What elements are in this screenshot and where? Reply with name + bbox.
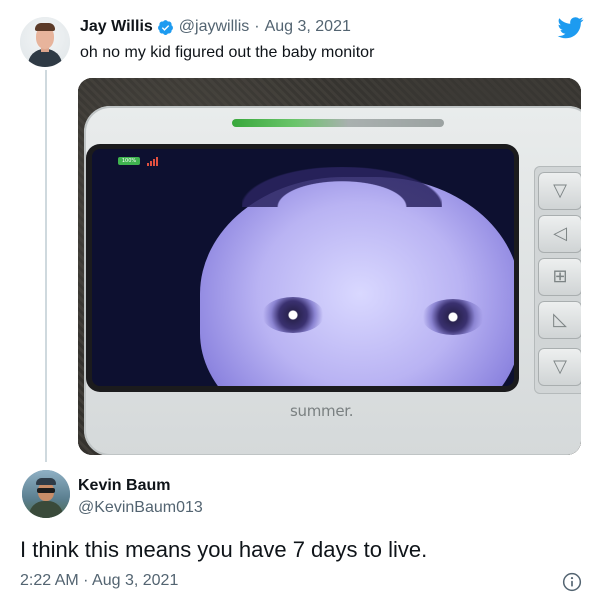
- tweet-text: oh no my kid figured out the baby monito…: [80, 44, 375, 61]
- down-arrow-icon: ▽: [538, 348, 581, 386]
- tweet-date[interactable]: Aug 3, 2021: [265, 18, 351, 36]
- thread-connector-line: [45, 70, 47, 462]
- author-handle[interactable]: @jaywillis: [179, 18, 249, 36]
- monitor-screen: 100%: [92, 149, 514, 386]
- baby-eye-left: [262, 297, 324, 333]
- tweet-media-photo[interactable]: 100% ▽ ◁ ⊞ ◺ ▽ summer.: [78, 78, 581, 455]
- baby-hair: [242, 167, 442, 207]
- baby-eye-right: [422, 299, 484, 335]
- battery-indicator: 100%: [118, 157, 140, 165]
- monitor-button-panel: ▽ ◁ ⊞ ◺ ▽: [534, 166, 581, 394]
- header-separator: ·: [254, 18, 260, 35]
- reply-timestamp[interactable]: 2:22 AM · Aug 3, 2021: [20, 572, 178, 590]
- monitor-brand-logo: summer.: [290, 402, 354, 420]
- monitor-screen-bezel: 100%: [86, 144, 519, 392]
- baby-monitor-device: 100% ▽ ◁ ⊞ ◺ ▽ summer.: [84, 106, 581, 455]
- verified-badge-icon: [157, 19, 173, 35]
- reply-author-avatar[interactable]: [22, 470, 70, 518]
- reply-author-name[interactable]: Kevin Baum: [78, 477, 170, 495]
- reply-author-handle[interactable]: @KevinBaum013: [78, 499, 203, 517]
- info-icon[interactable]: [562, 572, 582, 592]
- right-arrow-icon: ◺: [538, 301, 581, 339]
- tweet-header: Jay Willis @jaywillis · Aug 3, 2021: [80, 17, 351, 37]
- signal-strength-icon: [147, 156, 161, 166]
- twitter-bird-icon[interactable]: [557, 17, 584, 39]
- left-arrow-icon: ◁: [538, 215, 581, 253]
- author-avatar[interactable]: [20, 17, 70, 67]
- reply-text: I think this means you have 7 days to li…: [20, 537, 428, 562]
- plus-icon: ⊞: [538, 258, 581, 296]
- baby-face: [200, 177, 514, 386]
- monitor-led-bar: [232, 119, 444, 127]
- author-name[interactable]: Jay Willis: [80, 18, 153, 36]
- up-arrow-icon: ▽: [538, 172, 581, 210]
